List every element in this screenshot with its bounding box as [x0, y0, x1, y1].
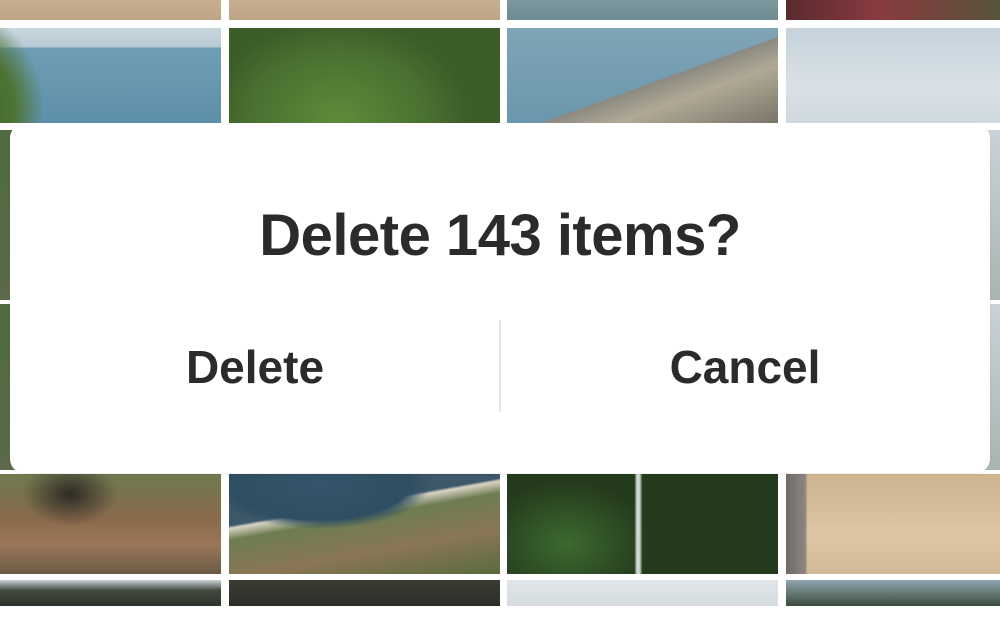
cancel-button[interactable]: Cancel [500, 320, 990, 414]
photo-thumbnail[interactable] [0, 580, 221, 606]
photo-thumbnail[interactable] [786, 28, 1000, 123]
photo-thumbnail[interactable] [229, 28, 500, 123]
photo-thumbnail[interactable] [0, 474, 221, 574]
photo-thumbnail[interactable] [0, 28, 221, 123]
photo-thumbnail[interactable] [786, 580, 1000, 606]
delete-confirmation-dialog: Delete 143 items? Delete Cancel [10, 124, 990, 473]
photo-thumbnail[interactable] [229, 580, 500, 606]
delete-button[interactable]: Delete [10, 320, 500, 414]
photo-thumbnail[interactable] [229, 474, 500, 574]
photo-thumbnail[interactable] [0, 0, 221, 20]
photo-thumbnail[interactable] [229, 0, 500, 20]
photo-thumbnail[interactable] [786, 474, 1000, 574]
photo-thumbnail[interactable] [507, 28, 778, 123]
photo-thumbnail[interactable] [507, 0, 778, 20]
photo-thumbnail[interactable] [786, 0, 1000, 20]
photo-thumbnail[interactable] [507, 474, 778, 574]
photo-thumbnail[interactable] [507, 580, 778, 606]
dialog-title: Delete 143 items? [259, 203, 741, 268]
